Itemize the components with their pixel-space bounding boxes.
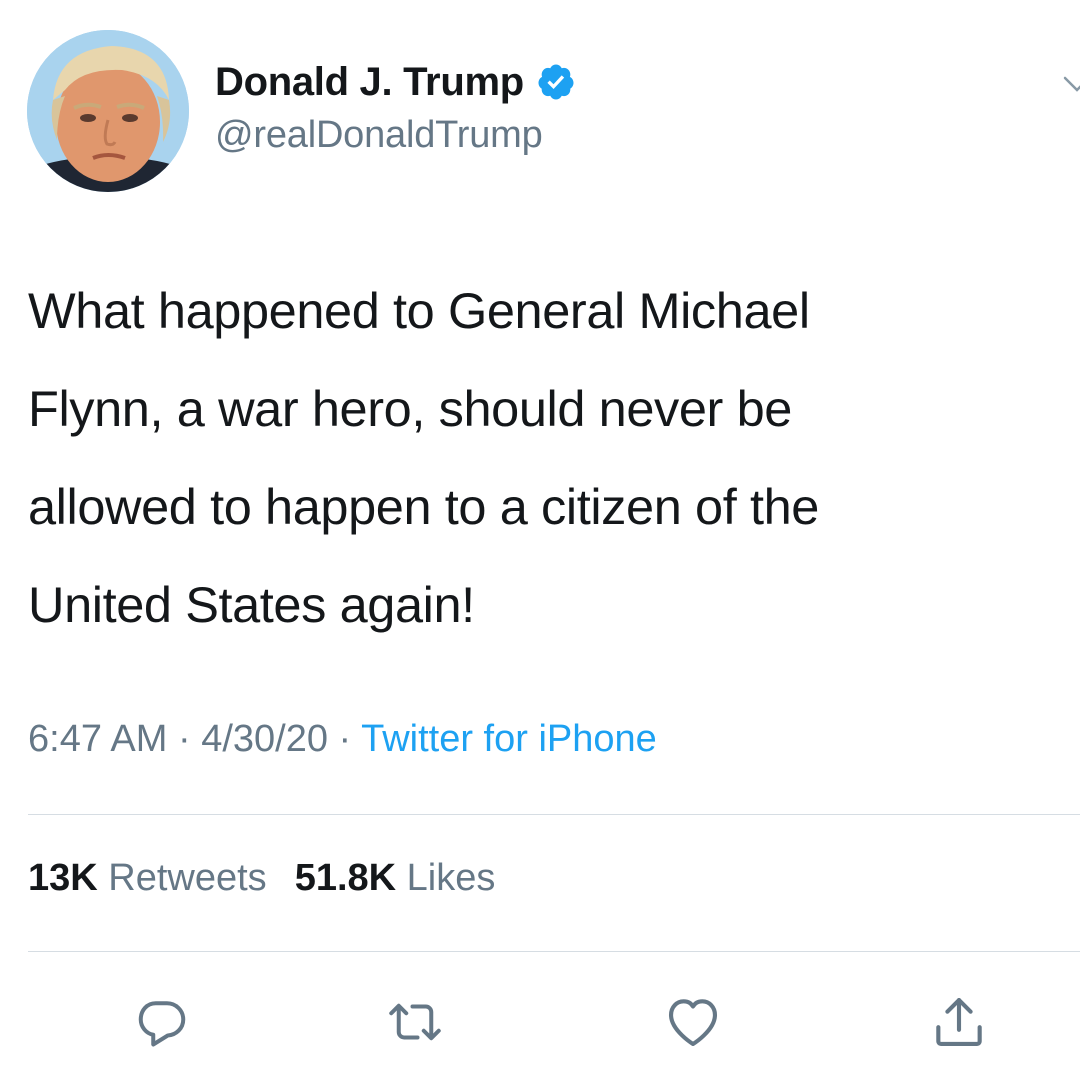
- tweet-text-line: United States again!: [28, 576, 475, 633]
- retweets-label: Retweets: [108, 857, 267, 899]
- divider: [28, 951, 1080, 952]
- retweets-count: 13K: [28, 857, 98, 899]
- likes-count: 51.8K: [294, 857, 397, 899]
- tweet-source-link[interactable]: Twitter for iPhone: [361, 718, 657, 760]
- tweet-text-line: What happened to General Michael: [28, 282, 810, 339]
- avatar[interactable]: [27, 30, 189, 192]
- verified-badge-icon: [536, 62, 576, 102]
- likes-label: Likes: [406, 857, 496, 899]
- retweets-stat[interactable]: 13K Retweets: [28, 857, 267, 899]
- user-handle[interactable]: @realDonaldTrump: [215, 114, 543, 157]
- like-button[interactable]: [661, 990, 725, 1054]
- chevron-down-icon[interactable]: [1062, 72, 1080, 96]
- display-name[interactable]: Donald J. Trump: [215, 60, 524, 105]
- avatar-portrait: [27, 30, 189, 192]
- action-bar: [0, 990, 1080, 1054]
- likes-stat[interactable]: 51.8K Likes: [295, 857, 496, 899]
- tweet-meta: 6:47 AM · 4/30/20 · Twitter for iPhone: [28, 718, 657, 761]
- share-icon: [936, 997, 982, 1047]
- retweet-button[interactable]: [383, 990, 447, 1054]
- tweet-time[interactable]: 6:47 AM: [28, 718, 167, 760]
- reply-button[interactable]: [130, 990, 194, 1054]
- user-name-row[interactable]: Donald J. Trump: [215, 56, 576, 108]
- meta-separator: ·: [328, 718, 362, 760]
- meta-separator: ·: [167, 718, 202, 760]
- tweet-text: What happened to General Michael Flynn, …: [28, 262, 1080, 654]
- tweet-text-line: Flynn, a war hero, should never be: [28, 380, 792, 437]
- tweet-text-line: allowed to happen to a citizen of the: [28, 478, 819, 535]
- tweet-stats: 13K Retweets 51.8K Likes: [28, 857, 495, 900]
- divider: [28, 814, 1080, 815]
- tweet-date[interactable]: 4/30/20: [201, 718, 328, 760]
- share-button[interactable]: [927, 990, 991, 1054]
- heart-icon: [668, 999, 718, 1047]
- reply-icon: [138, 1001, 186, 1047]
- retweet-icon: [389, 1003, 441, 1041]
